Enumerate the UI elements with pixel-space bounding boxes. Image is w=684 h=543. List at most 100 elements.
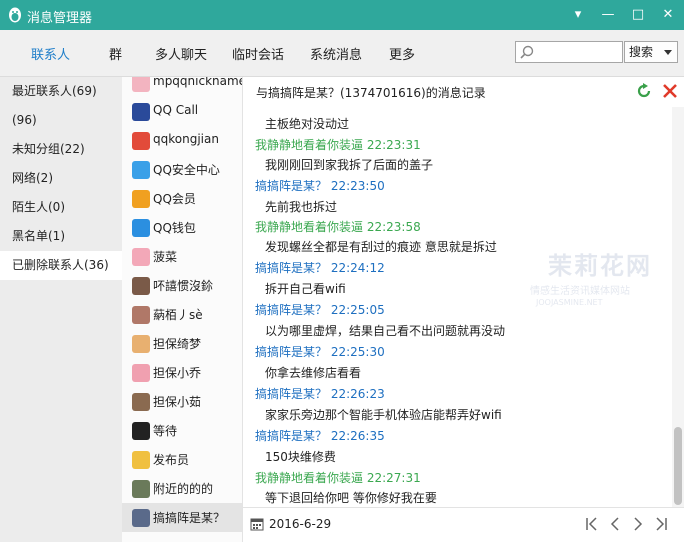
tab-contacts[interactable]: 联系人 — [31, 44, 70, 63]
message-header: 我静静地看着你装逼 22:23:58 — [255, 218, 421, 235]
sender-name: 搞搞阵是某？ — [255, 387, 328, 401]
message-header: 搞搞阵是某？ 22:25:05 — [255, 301, 385, 318]
last-page-icon[interactable] — [651, 514, 671, 534]
list-item[interactable]: 等待 — [122, 416, 242, 445]
contact-name: mpqqnickname — [153, 77, 243, 88]
maximize-button[interactable]: □ — [627, 4, 649, 26]
list-item[interactable]: QQ Call — [122, 97, 242, 126]
contact-name: 搞搞阵是某？ — [153, 511, 226, 525]
search-icon — [520, 45, 534, 59]
group-item-blacklist[interactable]: 黑名单(1) — [0, 222, 122, 251]
sender-name: 搞搞阵是某？ — [255, 429, 328, 443]
message-header: 搞搞阵是某？ 22:26:23 — [255, 385, 385, 402]
previous-page-icon[interactable] — [605, 514, 625, 534]
message-text: 发现螺丝全都是有刮过的痕迹 意思就是拆过 — [265, 240, 497, 254]
calendar-icon[interactable] — [250, 517, 264, 531]
qq-penguin-icon — [9, 7, 21, 23]
pig-avatar-icon — [132, 77, 150, 92]
title-bar: 消息管理器 ▾ — □ ✕ — [0, 0, 684, 30]
message-time: 22:25:30 — [330, 345, 385, 359]
contact-name: QQ会员 — [153, 192, 196, 206]
group-item-recent[interactable]: 最近联系人(69) — [0, 77, 122, 106]
message-time: 22:25:05 — [330, 303, 385, 317]
group-item-unnamed[interactable]: (96) — [0, 106, 122, 135]
message-text: 我刚刚回到家我拆了后面的盖子 — [265, 158, 434, 172]
history-footer: 2016-6-29 — [243, 507, 684, 543]
list-item[interactable]: 菠菜 — [122, 242, 242, 271]
scrollbar-thumb[interactable] — [674, 427, 682, 505]
list-item[interactable]: qqkongjian — [122, 126, 242, 155]
photo-avatar-icon — [132, 277, 150, 295]
list-item[interactable]: 搞搞阵是某？ — [122, 503, 242, 532]
pig-avatar-icon — [132, 364, 150, 382]
refresh-icon[interactable] — [635, 82, 653, 100]
list-item[interactable]: 担保绮梦 — [122, 329, 242, 358]
contact-name: 蒳栢丿sè — [153, 308, 203, 322]
sender-name: 我静静地看着你装逼 — [255, 138, 364, 152]
message-header: 搞搞阵是某？ 22:26:35 — [255, 427, 385, 444]
photo-avatar-icon — [132, 480, 150, 498]
list-item[interactable]: QQ钱包 — [122, 213, 242, 242]
group-item-strangers[interactable]: 陌生人(0) — [0, 193, 122, 222]
contact-groups-list: 最近联系人(69) (96) 未知分组(22) 网络(2) 陌生人(0) 黑名单… — [0, 77, 122, 542]
window-title: 消息管理器 — [27, 11, 93, 26]
message-text: 先前我也拆过 — [265, 200, 338, 214]
message-header: 我静静地看着你装逼 22:23:31 — [255, 136, 421, 153]
list-item[interactable]: 附近的的的 — [122, 474, 242, 503]
tab-temp-session[interactable]: 临时会话 — [232, 44, 284, 63]
history-title: 与搞搞阵是某？(1374701616)的消息记录 — [256, 86, 486, 100]
message-text: 家家乐旁边那个智能手机体验店能帮弄好wifi — [265, 408, 502, 422]
close-button[interactable]: ✕ — [657, 4, 679, 26]
contact-name: 发布员 — [153, 453, 190, 467]
penguin-avatar-icon — [132, 190, 150, 208]
sender-name: 搞搞阵是某？ — [255, 179, 328, 193]
group-item-network[interactable]: 网络(2) — [0, 164, 122, 193]
sender-name: 搞搞阵是某？ — [255, 303, 328, 317]
current-date[interactable]: 2016-6-29 — [269, 517, 331, 531]
tab-multi-chat[interactable]: 多人聊天 — [155, 44, 207, 63]
star-avatar-icon — [132, 132, 150, 150]
message-time: 22:23:31 — [366, 138, 421, 152]
search-button-label: 搜索 — [629, 45, 654, 59]
first-page-icon[interactable] — [582, 514, 602, 534]
list-item[interactable]: 担保小乔 — [122, 358, 242, 387]
message-time: 22:26:23 — [330, 387, 385, 401]
group-item-unknown[interactable]: 未知分组(22) — [0, 135, 122, 164]
photo-avatar-icon — [132, 393, 150, 411]
message-time: 22:24:12 — [330, 261, 385, 275]
list-item[interactable]: 担保小茹 — [122, 387, 242, 416]
penguin-avatar-icon — [132, 422, 150, 440]
flag-avatar-icon — [132, 103, 150, 121]
list-item[interactable]: mpqqnickname — [122, 77, 242, 97]
message-header: 搞搞阵是某？ 22:23:50 — [255, 177, 385, 194]
list-item[interactable]: 蒳栢丿sè — [122, 300, 242, 329]
message-header: 搞搞阵是某？ 22:24:12 — [255, 259, 385, 276]
message-text: 拆开自己看wifi — [265, 282, 346, 296]
list-item[interactable]: 发布员 — [122, 445, 242, 474]
group-item-deleted[interactable]: 已删除联系人(36) — [0, 251, 122, 280]
contact-name: qqkongjian — [153, 132, 219, 146]
next-page-icon[interactable] — [628, 514, 648, 534]
list-item[interactable]: 吥譆惯沒鉩 — [122, 271, 242, 300]
contact-name: 菠菜 — [153, 250, 178, 264]
message-scrollbar[interactable] — [672, 107, 684, 507]
delete-icon[interactable] — [661, 82, 679, 100]
tab-system-messages[interactable]: 系统消息 — [310, 44, 362, 63]
list-item[interactable]: QQ安全中心 — [122, 155, 242, 184]
search-box — [515, 41, 624, 63]
minimize-button[interactable]: — — [597, 4, 619, 26]
message-text: 以为哪里虚焊，结果自己看不出问题就再没动 — [265, 324, 506, 338]
message-time: 22:23:58 — [366, 220, 421, 234]
contact-name: QQ钱包 — [153, 221, 196, 235]
contact-name: QQ Call — [153, 103, 199, 117]
contact-name: 等待 — [153, 424, 178, 438]
contact-name: 担保绮梦 — [153, 337, 202, 351]
list-item[interactable]: QQ会员 — [122, 184, 242, 213]
menu-dropdown-button[interactable]: ▾ — [567, 4, 589, 26]
search-button[interactable]: 搜索 — [624, 41, 678, 63]
contact-name: QQ安全中心 — [153, 163, 220, 177]
search-input[interactable] — [536, 44, 624, 62]
tab-groups[interactable]: 群 — [109, 44, 122, 63]
message-time: 22:23:50 — [330, 179, 385, 193]
tab-more[interactable]: 更多 — [389, 44, 415, 63]
